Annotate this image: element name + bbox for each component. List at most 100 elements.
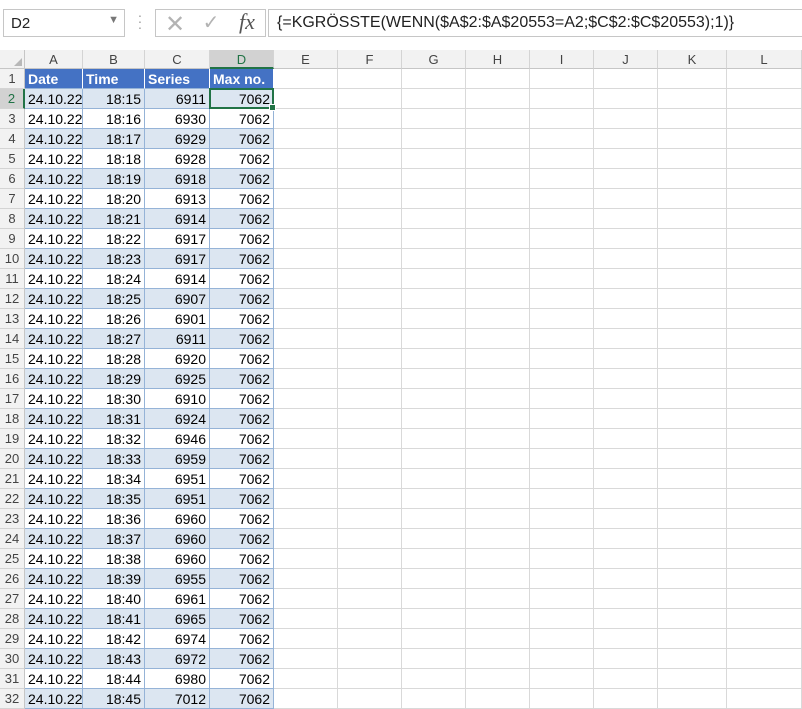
cell-h22[interactable] xyxy=(466,489,530,509)
cell-e19[interactable] xyxy=(274,429,338,449)
cell-a10[interactable]: 24.10.22 xyxy=(25,249,83,269)
row-header-21[interactable]: 21 xyxy=(0,469,25,489)
cell-d21[interactable]: 7062 xyxy=(210,469,274,489)
cell-b1[interactable]: Time xyxy=(83,69,145,89)
cell-j14[interactable] xyxy=(594,329,658,349)
row-header-22[interactable]: 22 xyxy=(0,489,25,509)
column-header-l[interactable]: L xyxy=(727,50,802,69)
cell-h26[interactable] xyxy=(466,569,530,589)
cell-h25[interactable] xyxy=(466,549,530,569)
cell-a25[interactable]: 24.10.22 xyxy=(25,549,83,569)
cell-g20[interactable] xyxy=(402,449,466,469)
cell-g25[interactable] xyxy=(402,549,466,569)
select-all-button[interactable] xyxy=(0,50,25,69)
cell-f20[interactable] xyxy=(338,449,402,469)
cell-e24[interactable] xyxy=(274,529,338,549)
cell-e9[interactable] xyxy=(274,229,338,249)
cell-g19[interactable] xyxy=(402,429,466,449)
cell-c21[interactable]: 6951 xyxy=(145,469,210,489)
cell-a19[interactable]: 24.10.22 xyxy=(25,429,83,449)
cell-f13[interactable] xyxy=(338,309,402,329)
cell-b12[interactable]: 18:25 xyxy=(83,289,145,309)
cell-a12[interactable]: 24.10.22 xyxy=(25,289,83,309)
cell-l7[interactable] xyxy=(727,189,802,209)
cell-a28[interactable]: 24.10.22 xyxy=(25,609,83,629)
cell-c12[interactable]: 6907 xyxy=(145,289,210,309)
cell-j5[interactable] xyxy=(594,149,658,169)
cell-l12[interactable] xyxy=(727,289,802,309)
row-header-28[interactable]: 28 xyxy=(0,609,25,629)
cell-b7[interactable]: 18:20 xyxy=(83,189,145,209)
cell-h13[interactable] xyxy=(466,309,530,329)
cell-d17[interactable]: 7062 xyxy=(210,389,274,409)
cell-d2[interactable]: 7062 xyxy=(210,89,274,109)
cell-j1[interactable] xyxy=(594,69,658,89)
cell-d16[interactable]: 7062 xyxy=(210,369,274,389)
cell-i3[interactable] xyxy=(530,109,594,129)
cell-j21[interactable] xyxy=(594,469,658,489)
cell-i16[interactable] xyxy=(530,369,594,389)
cell-a5[interactable]: 24.10.22 xyxy=(25,149,83,169)
cell-i2[interactable] xyxy=(530,89,594,109)
cell-j28[interactable] xyxy=(594,609,658,629)
cell-b26[interactable]: 18:39 xyxy=(83,569,145,589)
cell-b19[interactable]: 18:32 xyxy=(83,429,145,449)
cell-j22[interactable] xyxy=(594,489,658,509)
cell-c7[interactable]: 6913 xyxy=(145,189,210,209)
cell-g17[interactable] xyxy=(402,389,466,409)
cell-c14[interactable]: 6911 xyxy=(145,329,210,349)
row-header-27[interactable]: 27 xyxy=(0,589,25,609)
cell-a16[interactable]: 24.10.22 xyxy=(25,369,83,389)
cell-f8[interactable] xyxy=(338,209,402,229)
cell-a18[interactable]: 24.10.22 xyxy=(25,409,83,429)
cell-a13[interactable]: 24.10.22 xyxy=(25,309,83,329)
cell-g24[interactable] xyxy=(402,529,466,549)
cell-b31[interactable]: 18:44 xyxy=(83,669,145,689)
cell-c3[interactable]: 6930 xyxy=(145,109,210,129)
column-header-h[interactable]: H xyxy=(466,50,530,69)
cell-k30[interactable] xyxy=(658,649,727,669)
column-header-i[interactable]: I xyxy=(530,50,594,69)
cell-g21[interactable] xyxy=(402,469,466,489)
cell-d27[interactable]: 7062 xyxy=(210,589,274,609)
cell-e17[interactable] xyxy=(274,389,338,409)
cell-k29[interactable] xyxy=(658,629,727,649)
cell-g13[interactable] xyxy=(402,309,466,329)
cell-l25[interactable] xyxy=(727,549,802,569)
cell-j31[interactable] xyxy=(594,669,658,689)
cell-h6[interactable] xyxy=(466,169,530,189)
cell-h17[interactable] xyxy=(466,389,530,409)
cell-g5[interactable] xyxy=(402,149,466,169)
cell-g1[interactable] xyxy=(402,69,466,89)
column-header-a[interactable]: A xyxy=(25,50,83,69)
cell-e14[interactable] xyxy=(274,329,338,349)
cell-a9[interactable]: 24.10.22 xyxy=(25,229,83,249)
column-header-c[interactable]: C xyxy=(145,50,210,69)
cell-h11[interactable] xyxy=(466,269,530,289)
row-header-14[interactable]: 14 xyxy=(0,329,25,349)
cell-a7[interactable]: 24.10.22 xyxy=(25,189,83,209)
cell-e16[interactable] xyxy=(274,369,338,389)
cell-c10[interactable]: 6917 xyxy=(145,249,210,269)
cell-h5[interactable] xyxy=(466,149,530,169)
cell-g2[interactable] xyxy=(402,89,466,109)
cell-b2[interactable]: 18:15 xyxy=(83,89,145,109)
row-header-3[interactable]: 3 xyxy=(0,109,25,129)
cell-l31[interactable] xyxy=(727,669,802,689)
cell-e29[interactable] xyxy=(274,629,338,649)
cell-a20[interactable]: 24.10.22 xyxy=(25,449,83,469)
cell-l1[interactable] xyxy=(727,69,802,89)
cell-e4[interactable] xyxy=(274,129,338,149)
cell-g16[interactable] xyxy=(402,369,466,389)
cell-j3[interactable] xyxy=(594,109,658,129)
cell-b28[interactable]: 18:41 xyxy=(83,609,145,629)
cell-a15[interactable]: 24.10.22 xyxy=(25,349,83,369)
cell-h28[interactable] xyxy=(466,609,530,629)
cell-i1[interactable] xyxy=(530,69,594,89)
row-header-30[interactable]: 30 xyxy=(0,649,25,669)
cell-b17[interactable]: 18:30 xyxy=(83,389,145,409)
cell-l30[interactable] xyxy=(727,649,802,669)
column-header-f[interactable]: F xyxy=(338,50,402,69)
column-header-d[interactable]: D xyxy=(210,50,274,69)
cell-h15[interactable] xyxy=(466,349,530,369)
